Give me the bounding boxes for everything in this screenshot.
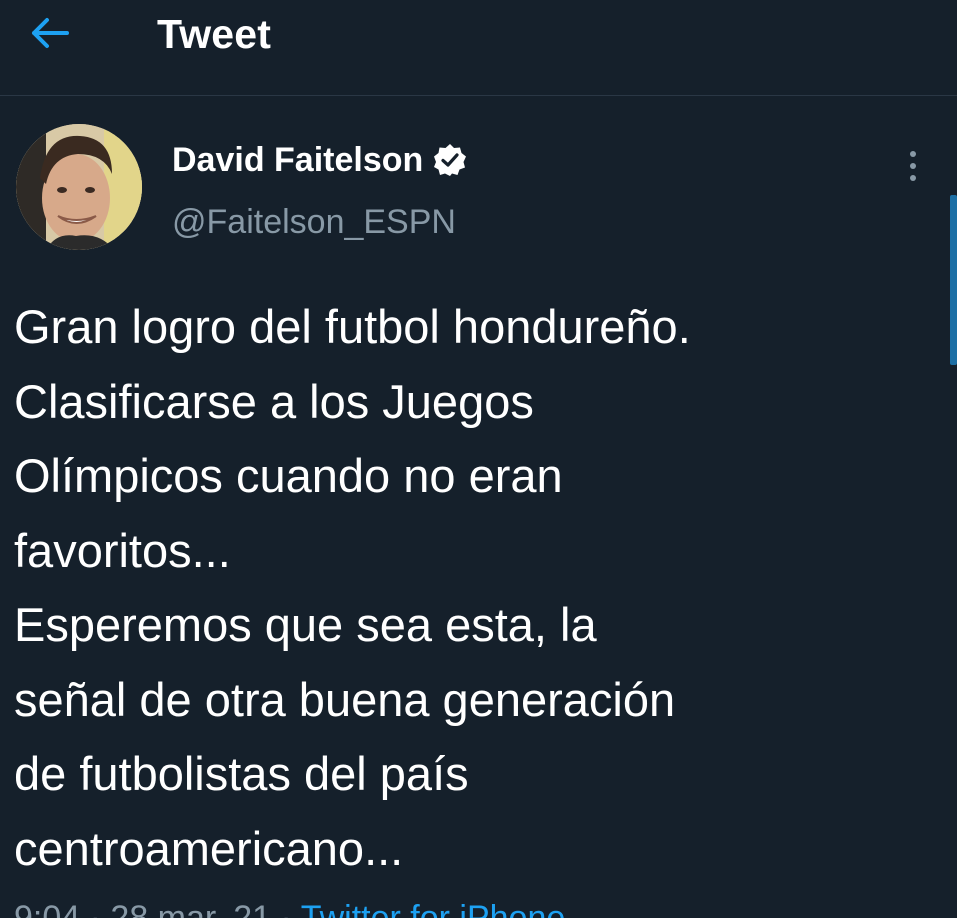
tweet-body: Gran logro del futbol hondureño. Clasifi… [14,290,934,886]
back-button[interactable] [22,8,78,58]
author-avatar[interactable] [16,124,142,250]
meta-separator: · [280,899,292,918]
tweet-text-line: centroamericano... [14,821,404,875]
scrollbar-thumb[interactable] [950,195,957,365]
tweet-text-line: Gran logro del futbol hondureño. [14,300,691,353]
tweet-time: 9:04 [14,899,81,918]
top-app-bar: Tweet [0,0,957,96]
author-handle[interactable]: @Faitelson_ESPN [172,202,456,242]
tweet-text-line: Olímpicos cuando no eran [14,449,563,502]
meta-separator: · [89,899,101,918]
more-options-button[interactable] [896,146,930,186]
page-title: Tweet [157,11,272,57]
tweet-meta: 9:04 · 28 mar. 21 · Twitter for iPhone [14,898,565,918]
tweet-text-line: Esperemos que sea esta, la [14,598,597,651]
tweet-text-line: Clasificarse a los Juegos [14,374,534,428]
arrow-left-icon [32,18,69,48]
author-name[interactable]: David Faitelson [172,140,467,180]
avatar-photo [16,124,142,250]
verified-badge-icon [434,144,467,176]
tweet-text-line: de futbolistas del país [14,747,469,800]
author-name-text: David Faitelson [172,141,424,179]
tweet-detail-screen: Tweet David Faitelson @Faitelson_ESPN Gr… [0,0,957,918]
tweet-text-line: favoritos... [14,523,231,577]
more-vertical-icon [910,151,916,181]
tweet-date: 28 mar. 21 [110,899,272,918]
tweet-text-line: señal de otra buena generación [14,672,676,726]
tweet-source-link[interactable]: Twitter for iPhone [301,899,566,918]
